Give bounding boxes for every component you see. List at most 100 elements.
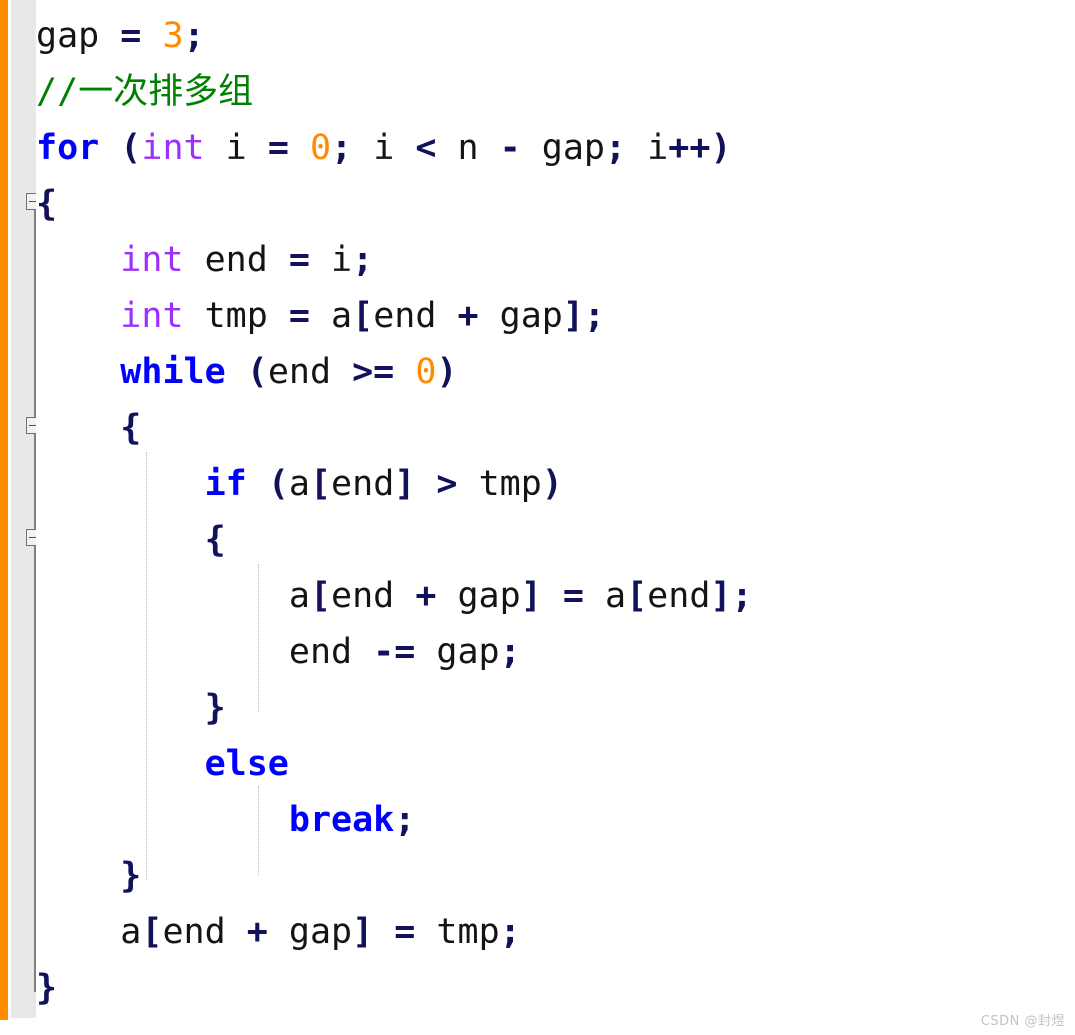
code-token: (	[267, 464, 289, 504]
code-line[interactable]: break;	[36, 792, 753, 848]
code-token: [	[141, 912, 163, 952]
code-token: n	[436, 128, 500, 168]
code-token: <	[415, 128, 437, 168]
code-token: a	[309, 296, 353, 336]
code-token: [	[626, 576, 648, 616]
code-token: =	[288, 240, 310, 280]
code-token: end	[647, 576, 711, 616]
code-line[interactable]: if (a[end] > tmp)	[36, 456, 753, 512]
code-token: //一次排多组	[36, 72, 254, 112]
code-token: ;	[331, 128, 353, 168]
code-token: tmp	[183, 296, 289, 336]
code-token: gap	[520, 128, 606, 168]
code-token: ;	[352, 240, 374, 280]
code-token: (	[246, 352, 268, 392]
code-token: else	[204, 744, 289, 784]
code-token: =	[562, 576, 584, 616]
code-token: i	[309, 240, 353, 280]
code-token: int	[120, 296, 184, 336]
code-token: >=	[352, 352, 395, 392]
code-token: i	[204, 128, 268, 168]
code-token: ]	[394, 464, 416, 504]
code-token: tmp	[415, 912, 500, 952]
code-token: end	[373, 296, 458, 336]
code-token: end	[183, 240, 289, 280]
code-token: >	[436, 464, 458, 504]
code-line[interactable]: int tmp = a[end + gap];	[36, 288, 753, 344]
code-token: ];	[710, 576, 753, 616]
code-token: )	[436, 352, 458, 392]
code-token: =	[120, 16, 142, 56]
code-line[interactable]: else	[36, 736, 753, 792]
code-line[interactable]: {	[36, 176, 753, 232]
code-token: ;	[605, 128, 627, 168]
code-line[interactable]: for (int i = 0; i < n - gap; i++)	[36, 120, 753, 176]
code-token: end	[267, 352, 353, 392]
code-token: ;	[499, 912, 521, 952]
code-token: ;	[394, 800, 416, 840]
code-token: -	[499, 128, 521, 168]
code-token: ;	[499, 632, 521, 672]
code-token: int	[120, 240, 184, 280]
code-token: break	[288, 800, 395, 840]
code-token: =	[267, 128, 289, 168]
code-token: [	[309, 464, 332, 504]
code-line[interactable]: }	[36, 960, 753, 1016]
code-line[interactable]: a[end + gap] = a[end];	[36, 568, 753, 624]
code-token: gap	[36, 16, 100, 56]
source-code[interactable]: gap = 3;//一次排多组 for (int i = 0; i < n - g…	[36, 8, 753, 1016]
code-token: +	[246, 912, 268, 952]
code-line[interactable]: }	[36, 680, 753, 736]
code-token: ]	[520, 576, 542, 616]
code-token: +	[415, 576, 437, 616]
code-token: 0	[415, 352, 437, 392]
code-token: gap	[415, 632, 500, 672]
code-token: ]	[352, 912, 374, 952]
code-line[interactable]: a[end + gap] = tmp;	[36, 904, 753, 960]
code-token: (	[120, 128, 142, 168]
code-line[interactable]: {	[36, 400, 753, 456]
code-token: {	[36, 184, 58, 224]
code-token: tmp	[457, 464, 542, 504]
code-token: [	[309, 576, 332, 616]
code-token: ;	[183, 16, 205, 56]
code-token: -=	[373, 632, 416, 672]
code-line[interactable]: int end = i;	[36, 232, 753, 288]
code-line[interactable]: end -= gap;	[36, 624, 753, 680]
code-line[interactable]: //一次排多组	[36, 64, 753, 120]
code-token: 3	[162, 16, 184, 56]
code-folding-gutter[interactable]	[11, 0, 48, 1018]
code-token: }	[120, 856, 142, 896]
code-token: i	[352, 128, 416, 168]
code-token: ++)	[668, 128, 732, 168]
code-token: gap	[436, 576, 521, 616]
code-token: while	[120, 352, 226, 392]
code-token: )	[541, 464, 563, 504]
code-line[interactable]: {	[36, 512, 753, 568]
code-token: end	[331, 464, 395, 504]
code-token: end	[331, 576, 416, 616]
code-token: }	[36, 968, 58, 1008]
code-token: a	[120, 912, 142, 952]
code-token: }	[204, 688, 226, 728]
code-token: a	[288, 464, 310, 504]
code-line[interactable]: }	[36, 848, 753, 904]
code-token: end	[288, 632, 374, 672]
change-indicator-bar	[0, 0, 8, 1020]
code-token: for	[36, 128, 100, 168]
code-text-area[interactable]: gap = 3;//一次排多组 for (int i = 0; i < n - g…	[36, 0, 1075, 1035]
code-line[interactable]: while (end >= 0)	[36, 344, 753, 400]
code-line[interactable]: gap = 3;	[36, 8, 753, 64]
code-token: =	[288, 296, 310, 336]
code-token: gap	[267, 912, 353, 952]
code-token: int	[141, 128, 205, 168]
code-token: [	[352, 296, 374, 336]
